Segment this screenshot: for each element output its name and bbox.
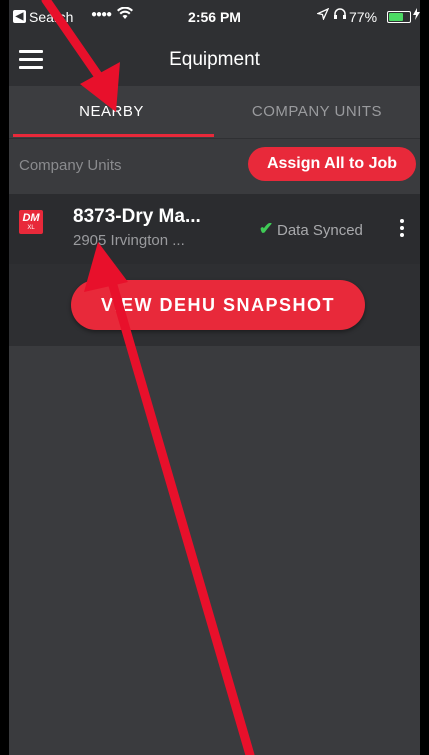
battery-level xyxy=(389,13,403,21)
battery-icon xyxy=(387,11,411,23)
app-screen: ◀ Search ●●●● 2:56 PM 77% Equipment NEAR… xyxy=(9,0,420,755)
section-header: Company Units Assign All to Job xyxy=(9,139,420,193)
battery-percent: 77% xyxy=(349,9,378,25)
empty-list-area xyxy=(9,346,420,755)
view-dehu-snapshot-button[interactable]: VIEW DEHU SNAPSHOT xyxy=(71,280,365,330)
logo-text-bottom: XL xyxy=(27,225,35,231)
sync-status: Data Synced xyxy=(277,222,363,239)
tab-bar: NEARBY COMPANY UNITS xyxy=(9,86,420,139)
charging-icon xyxy=(413,8,420,23)
tab-company-units[interactable]: COMPANY UNITS xyxy=(214,86,420,138)
more-vertical-icon[interactable] xyxy=(399,219,405,239)
status-bar: ◀ Search ●●●● 2:56 PM 77% xyxy=(9,0,420,34)
tab-nearby[interactable]: NEARBY xyxy=(9,86,214,138)
item-address: 2905 Irvington ... xyxy=(73,232,185,249)
location-icon xyxy=(315,7,330,23)
section-label: Company Units xyxy=(19,157,122,174)
check-icon: ✔ xyxy=(259,219,274,238)
dm-xl-logo: DM XL xyxy=(19,210,43,234)
headphones-icon xyxy=(333,8,347,23)
snapshot-section: VIEW DEHU SNAPSHOT xyxy=(9,264,420,346)
nav-bar: Equipment xyxy=(9,34,420,86)
assign-all-to-job-button[interactable]: Assign All to Job xyxy=(248,147,416,181)
list-item[interactable]: DM XL 8373-Dry Ma... 2905 Irvington ... … xyxy=(9,194,420,264)
selected-tab-indicator xyxy=(13,134,214,137)
page-title: Equipment xyxy=(169,49,260,70)
logo-text-top: DM xyxy=(22,212,40,224)
item-title: 8373-Dry Ma... xyxy=(73,206,201,227)
